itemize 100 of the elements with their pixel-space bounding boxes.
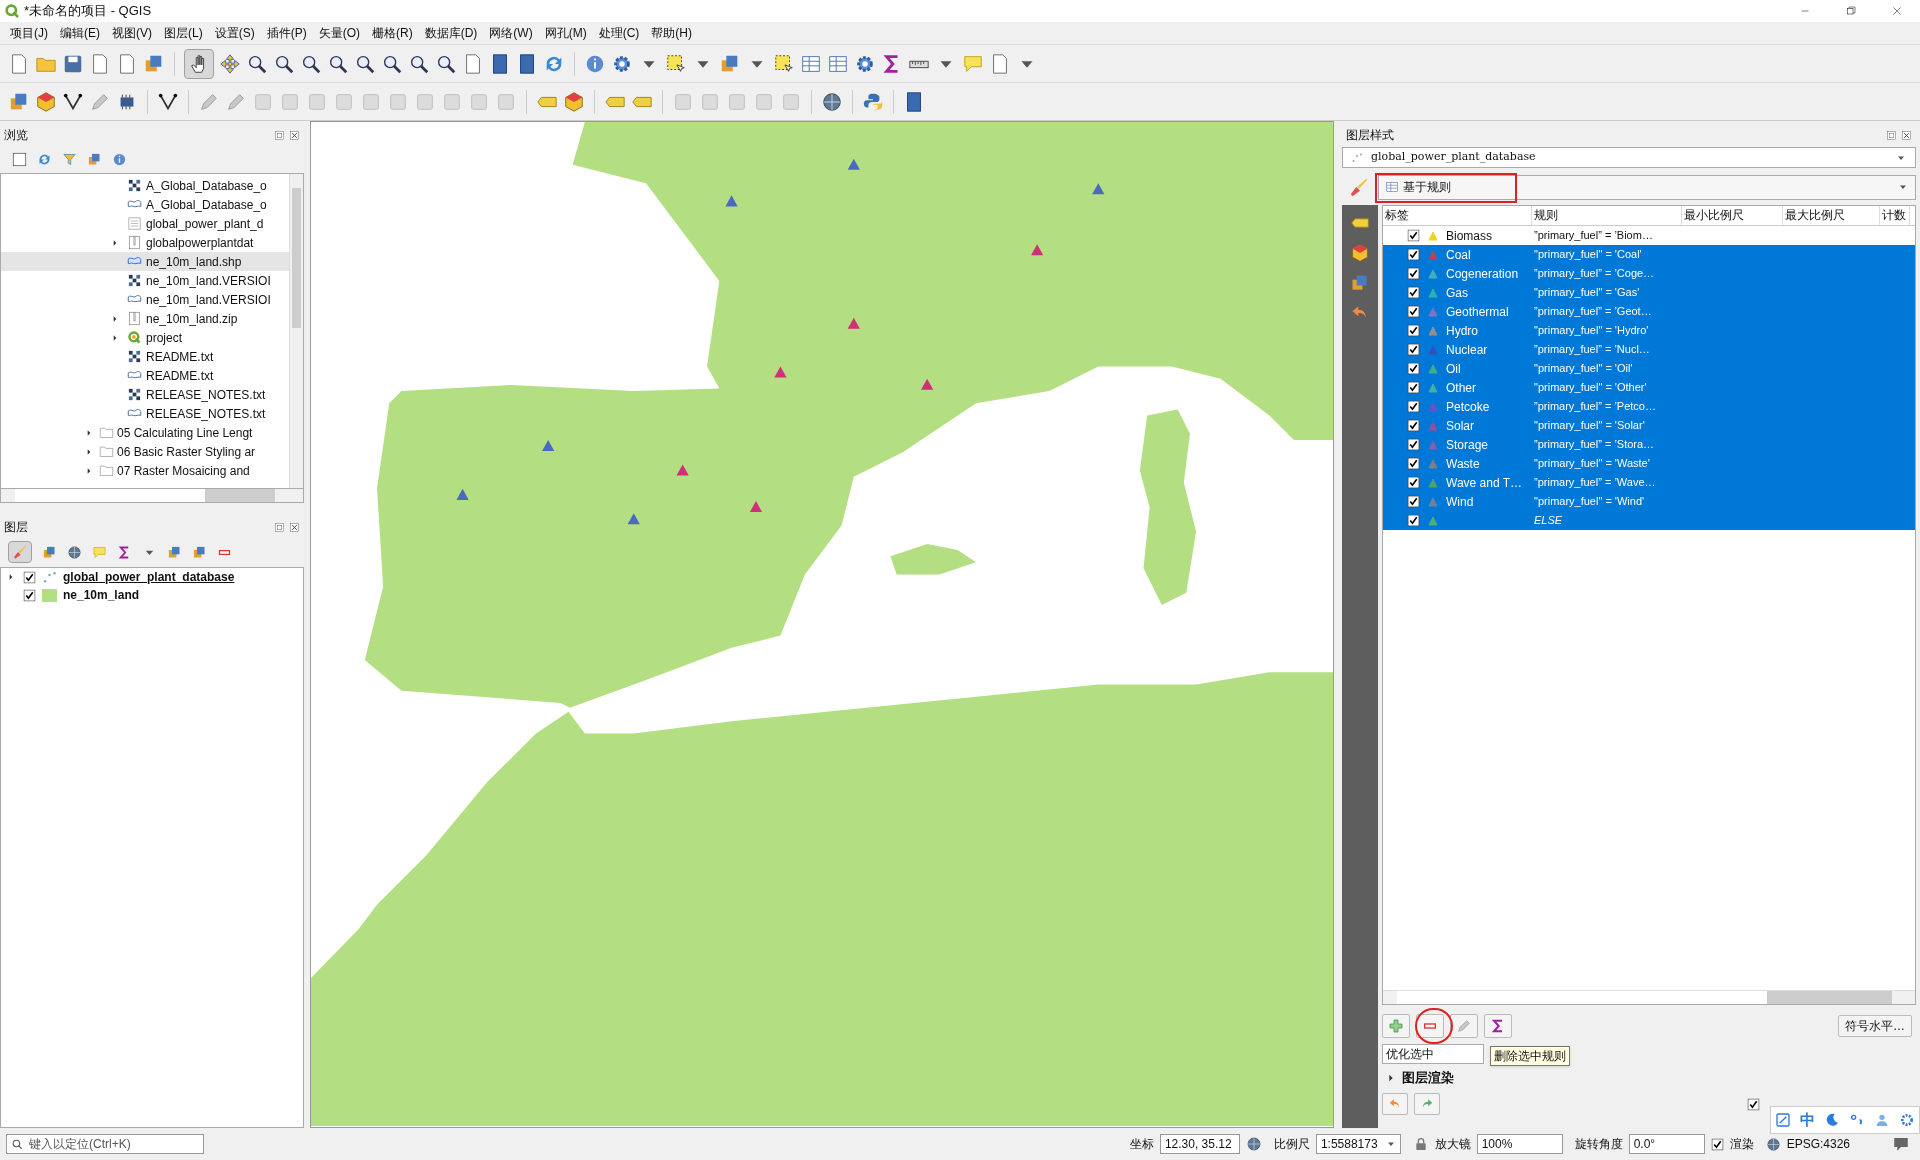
expand-arrow-icon[interactable] [111, 333, 119, 342]
messages-icon[interactable] [1892, 1135, 1910, 1153]
rule-label[interactable]: Storage [1446, 435, 1489, 454]
tree-item[interactable]: global_power_plant_d [146, 214, 264, 233]
checkbox[interactable] [1407, 400, 1420, 413]
menu-item[interactable]: 帮助(H) [645, 24, 698, 42]
checkbox[interactable] [1407, 362, 1420, 375]
checkbox[interactable] [1407, 286, 1420, 299]
column-header[interactable]: 规则 [1532, 206, 1682, 225]
column-header[interactable]: 标签 [1383, 206, 1532, 225]
rule-label[interactable]: Biomass [1446, 226, 1492, 245]
tree-item[interactable]: A_Global_Database_o [146, 195, 267, 214]
rule-expression[interactable]: "primary_fuel" = 'Coal' [1532, 246, 1682, 263]
tree-item[interactable]: ne_10m_land.shp [146, 252, 242, 271]
layer-dropdown[interactable]: global_power_plant_database [1342, 147, 1916, 168]
checkbox[interactable] [1407, 324, 1420, 337]
styling-toggle-button[interactable] [8, 541, 32, 563]
checkbox[interactable] [1407, 381, 1420, 394]
column-header[interactable]: 最大比例尺 [1783, 206, 1880, 225]
tree-item[interactable]: RELEASE_NOTES.txt [146, 385, 266, 404]
cube-icon[interactable] [35, 90, 57, 113]
checkbox[interactable] [23, 570, 36, 584]
menu-item[interactable]: 图层(L) [158, 24, 209, 42]
tree-item[interactable]: project [146, 328, 183, 347]
sum-button[interactable] [1484, 1014, 1512, 1038]
rule-label[interactable]: Waste [1446, 454, 1480, 473]
rule-label[interactable]: Wave and T… [1446, 473, 1523, 492]
menu-item[interactable]: 栅格(R) [366, 24, 419, 42]
rule-label[interactable]: Oil [1446, 359, 1461, 378]
paintbrush-icon[interactable] [1348, 176, 1370, 198]
symbol-levels-button[interactable]: 符号水平… [1838, 1015, 1912, 1037]
tree-item[interactable]: README.txt [146, 366, 214, 385]
menu-item[interactable]: 项目(J) [4, 24, 54, 42]
settings-icon[interactable] [1898, 1112, 1915, 1128]
layer-name[interactable]: ne_10m_land [63, 586, 140, 604]
rule-label[interactable]: Petcoke [1446, 397, 1490, 416]
menu-item[interactable]: 视图(V) [106, 24, 158, 42]
close-panel-icon[interactable] [1901, 129, 1912, 141]
rule-label[interactable]: Other [1446, 378, 1476, 397]
rule-expression[interactable]: ”primary_fuel” = ’Nucl… [1532, 341, 1682, 358]
globe-icon[interactable] [821, 90, 843, 113]
checkbox[interactable] [1407, 419, 1420, 432]
rule-expression[interactable]: "primary_fuel" = 'Waste' [1532, 455, 1682, 472]
column-header[interactable]: 最小比例尺 [1682, 206, 1783, 225]
rule-expression[interactable]: "primary_fuel" = 'Hydro' [1532, 322, 1682, 339]
checkbox[interactable] [1710, 1137, 1724, 1151]
layer-name[interactable]: global_power_plant_database [63, 568, 235, 586]
locator-search-field[interactable]: 键入以定位(Ctrl+K) [6, 1134, 204, 1154]
menu-item[interactable]: 设置(S) [208, 24, 261, 42]
tree-item[interactable]: ne_10m_land.VERSIOI [146, 290, 271, 309]
coordinate-field[interactable]: 12.30, 35.12 [1159, 1134, 1240, 1154]
rule-expression[interactable]: ELSE [1532, 512, 1682, 529]
crs-button[interactable]: EPSG:4326 [1786, 1135, 1850, 1153]
checkbox[interactable] [1407, 476, 1420, 489]
rule-label[interactable]: Wind [1446, 492, 1474, 511]
rule-expression[interactable]: "primary_fuel" = 'Gas' [1532, 284, 1682, 301]
tree-item[interactable]: A_Global_Database_o [146, 176, 267, 195]
close-panel-icon[interactable] [289, 521, 300, 533]
pan-button[interactable] [184, 48, 214, 79]
rule-label[interactable]: Nuclear [1446, 340, 1488, 359]
select-icon[interactable] [665, 52, 687, 75]
checkbox[interactable] [1407, 343, 1420, 356]
checkbox[interactable] [1407, 248, 1420, 261]
rule-label[interactable]: Gas [1446, 283, 1468, 302]
tree-item[interactable]: 07 Raster Mosaicing and [117, 461, 250, 480]
rule-label[interactable]: Cogeneration [1446, 264, 1519, 283]
renderer-dropdown[interactable]: 基于规则 [1378, 174, 1916, 200]
menu-item[interactable]: 编辑(E) [54, 24, 106, 42]
rotation-field[interactable]: 0.0° [1628, 1134, 1705, 1154]
menu-item[interactable]: 矢量(O) [312, 24, 366, 42]
moon-icon[interactable] [1824, 1112, 1841, 1128]
rule-label[interactable]: Coal [1446, 245, 1471, 264]
tree-item[interactable]: RELEASE_NOTES.txt [146, 404, 266, 423]
checkbox[interactable] [1407, 267, 1420, 280]
vertical-scrollbar[interactable] [289, 174, 303, 488]
rule-label[interactable]: Solar [1446, 416, 1474, 435]
menu-item[interactable]: 网络(W) [483, 24, 539, 42]
rule-expression[interactable]: "primary_fuel" = 'Solar' [1532, 417, 1682, 434]
rule-expression[interactable]: ”primary_fuel” = ’Petco… [1532, 398, 1682, 415]
checkbox[interactable] [1407, 514, 1420, 527]
edit-rule-button[interactable] [1450, 1014, 1478, 1038]
remove-rule-button[interactable] [1416, 1014, 1444, 1038]
tree-item[interactable]: ne_10m_land.VERSIOI [146, 271, 271, 290]
rule-expression[interactable]: "primary_fuel" = 'Other' [1532, 379, 1682, 396]
redo-button[interactable] [1414, 1093, 1440, 1115]
menu-item[interactable]: 网孔(M) [538, 24, 593, 42]
expand-arrow-icon[interactable] [85, 447, 93, 456]
3d-view-tab-icon[interactable] [1350, 243, 1370, 263]
menu-item[interactable]: 处理(C) [592, 24, 646, 42]
rule-expression[interactable]: "primary_fuel" = 'Wind' [1532, 493, 1682, 510]
info-icon[interactable] [112, 151, 127, 167]
magnifier-field[interactable]: 100% [1476, 1134, 1563, 1154]
column-header[interactable]: 计数 [1880, 206, 1910, 225]
checkbox[interactable] [1407, 457, 1420, 470]
checkbox[interactable] [1407, 229, 1420, 242]
scale-dropdown[interactable]: 1:5588173 [1315, 1134, 1401, 1154]
pan-arrows-icon[interactable] [219, 52, 241, 75]
expand-arrow-icon[interactable] [85, 466, 93, 475]
expand-arrow-icon[interactable] [7, 573, 15, 581]
tree-item[interactable]: 06 Basic Raster Styling ar [117, 442, 256, 461]
